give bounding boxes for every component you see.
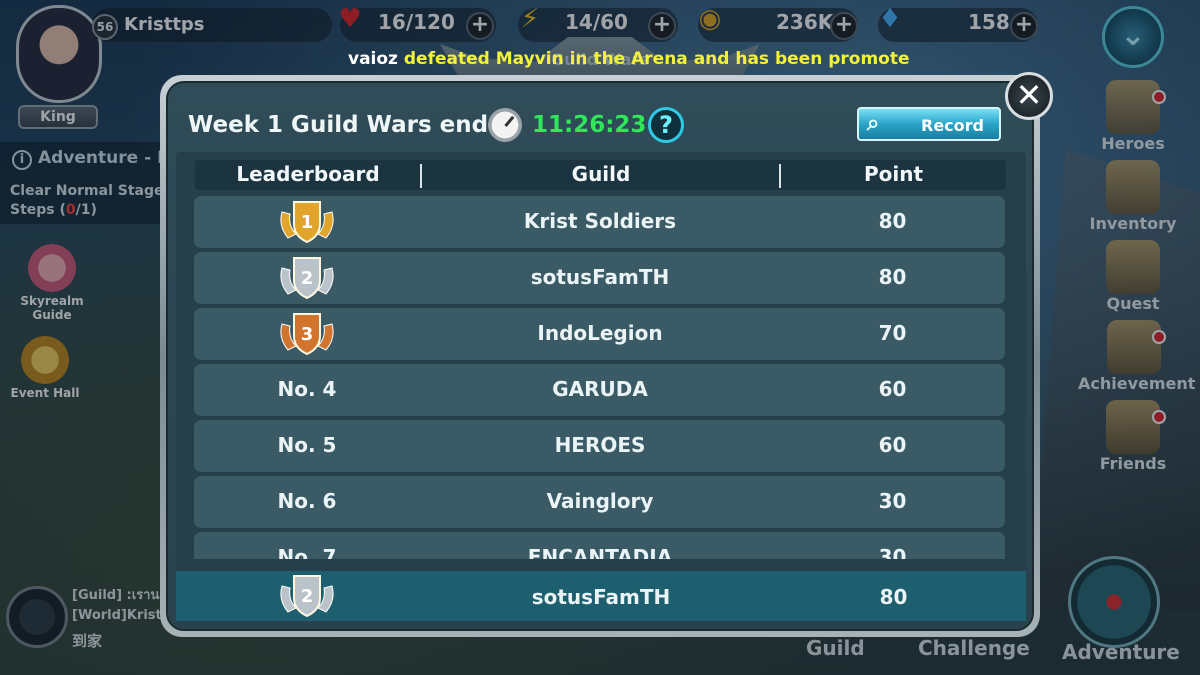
leaderboard-list[interactable]: 1 Krist Soldiers 80 2 sotusFamTH 80 3 In… bbox=[176, 196, 1026, 559]
guild-name: Krist Soldiers bbox=[523, 209, 677, 233]
column-header-point: Point bbox=[863, 162, 924, 186]
column-header-leaderboard: Leaderboard bbox=[236, 162, 380, 186]
guild-name: GARUDA bbox=[552, 377, 648, 401]
countdown-timer: 11:26:23 bbox=[532, 112, 647, 138]
guild-points: 60 bbox=[878, 433, 907, 457]
medal-rank-number: 1 bbox=[301, 212, 314, 233]
dialog-title: Week 1 Guild Wars ended bbox=[188, 112, 521, 138]
my-guild-row: 2 sotusFamTH 80 bbox=[176, 571, 1026, 621]
guild-name: IndoLegion bbox=[537, 321, 663, 345]
bronze-medal-icon: 3 bbox=[280, 313, 334, 356]
record-button-label: Record bbox=[921, 116, 984, 135]
leaderboard-row[interactable]: 1 Krist Soldiers 80 bbox=[194, 196, 1005, 248]
leaderboard-row[interactable]: No. 5 HEROES 60 bbox=[194, 420, 1005, 472]
news-ticker: vaioz defeated Mayvin in the Arena and h… bbox=[348, 49, 910, 69]
guild-points: 30 bbox=[878, 545, 907, 559]
my-guild-points: 80 bbox=[879, 585, 908, 609]
rank-text: No. 7 bbox=[277, 545, 337, 559]
gold-medal-icon: 1 bbox=[280, 201, 334, 244]
guild-points: 80 bbox=[878, 209, 907, 233]
search-icon: ⌕ bbox=[867, 111, 880, 136]
guild-name: Vainglory bbox=[546, 489, 654, 513]
leaderboard-row[interactable]: 3 IndoLegion 70 bbox=[194, 308, 1005, 360]
rank-text: No. 5 bbox=[277, 433, 337, 457]
help-button[interactable]: ? bbox=[648, 107, 684, 143]
ticker-actor: vaioz bbox=[348, 49, 398, 69]
rank-text: No. 6 bbox=[277, 489, 337, 513]
leaderboard-row[interactable]: No. 4 GARUDA 60 bbox=[194, 364, 1005, 416]
guild-points: 80 bbox=[878, 265, 907, 289]
guild-name: HEROES bbox=[554, 433, 646, 457]
silver-medal-icon: 2 bbox=[280, 575, 334, 618]
record-button[interactable]: ⌕ Record bbox=[857, 107, 1001, 141]
guild-points: 60 bbox=[878, 377, 907, 401]
close-icon: ✕ bbox=[1015, 76, 1043, 114]
guild-name: sotusFamTH bbox=[530, 265, 670, 289]
rank-text: No. 4 bbox=[277, 377, 337, 401]
medal-rank-number: 3 bbox=[301, 324, 314, 345]
ticker-message: defeated Mayvin in the Arena and has bee… bbox=[403, 49, 910, 69]
leaderboard-row[interactable]: 2 sotusFamTH 80 bbox=[194, 252, 1005, 304]
close-button[interactable]: ✕ bbox=[1005, 72, 1053, 120]
guild-points: 70 bbox=[878, 321, 907, 345]
silver-medal-icon: 2 bbox=[280, 257, 334, 300]
guild-points: 30 bbox=[878, 489, 907, 513]
my-guild-name: sotusFamTH bbox=[531, 585, 671, 609]
medal-rank-number: 2 bbox=[301, 586, 314, 607]
guild-name: ENCANTADIA bbox=[527, 545, 673, 559]
stopwatch-icon bbox=[488, 108, 522, 142]
question-icon: ? bbox=[659, 111, 673, 139]
leaderboard-row[interactable]: No. 7 ENCANTADIA 30 bbox=[194, 532, 1005, 559]
column-header-guild: Guild bbox=[571, 162, 631, 186]
medal-rank-number: 2 bbox=[301, 268, 314, 289]
leaderboard-row[interactable]: No. 6 Vainglory 30 bbox=[194, 476, 1005, 528]
